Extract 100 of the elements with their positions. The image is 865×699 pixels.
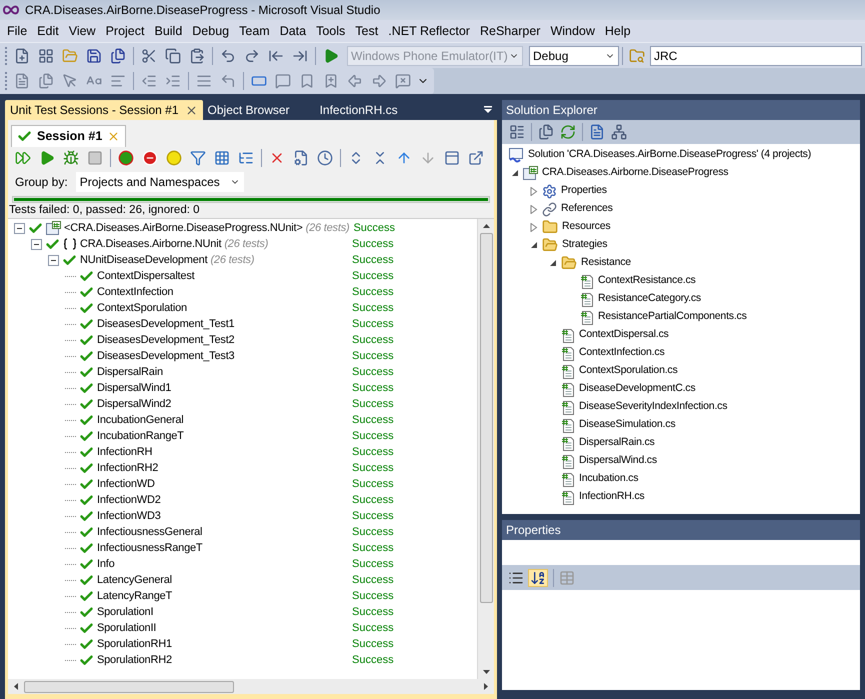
test-name[interactable]: DiseasesDevelopment_Test3: [97, 348, 234, 364]
menu-item[interactable]: File: [2, 22, 32, 40]
document-icon[interactable]: [14, 73, 30, 89]
find-field[interactable]: JRC: [650, 46, 862, 66]
undo-icon[interactable]: [220, 48, 236, 64]
menu-item[interactable]: Window: [545, 22, 600, 40]
test-name[interactable]: DispersalWind2: [97, 396, 172, 412]
test-name[interactable]: ContextSporulation: [97, 300, 187, 316]
refresh-icon[interactable]: [560, 124, 576, 140]
collapsed-arrow-icon[interactable]: [530, 186, 538, 196]
comment-icon[interactable]: [275, 73, 291, 89]
save-all-icon[interactable]: [110, 48, 126, 64]
paste-icon[interactable]: [189, 48, 205, 64]
tree-item-label[interactable]: CRA.Diseases.Airborne.DiseaseProgress: [542, 165, 728, 181]
vertical-scrollbar[interactable]: [477, 219, 494, 679]
test-name[interactable]: SporulationII: [97, 620, 156, 636]
tree-item-label[interactable]: ContextInfection.cs: [579, 345, 664, 361]
redo-icon[interactable]: [244, 48, 260, 64]
indent-icon[interactable]: [165, 73, 181, 89]
tree-item-label[interactable]: ResistanceCategory.cs: [598, 291, 701, 307]
menu-item[interactable]: Help: [600, 22, 636, 40]
lines-icon[interactable]: [196, 73, 212, 89]
test-name[interactable]: CRA.Diseases.Airborne.NUnit: [80, 236, 222, 252]
scroll-left-icon[interactable]: [12, 682, 20, 691]
arrow-left-icon[interactable]: [347, 73, 363, 89]
bookmark-add-icon[interactable]: [323, 73, 339, 89]
tree-item-label[interactable]: ContextSporulation.cs: [579, 363, 678, 379]
test-name[interactable]: IncubationGeneral: [97, 412, 184, 428]
cut-icon[interactable]: [141, 48, 157, 64]
tree-item-label[interactable]: ContextDispersal.cs: [579, 327, 669, 343]
test-name[interactable]: SporulationI: [97, 604, 154, 620]
tree-item-label[interactable]: Solution 'CRA.Diseases.AirBorne.DiseaseProgress' (4 projects): [528, 147, 812, 163]
expanded-arrow-icon[interactable]: [530, 241, 538, 249]
document-tab[interactable]: InfectionRH.cs: [314, 100, 403, 120]
test-name[interactable]: InfectionRH2: [97, 460, 158, 476]
outdent-icon[interactable]: [141, 73, 157, 89]
documents-icon[interactable]: [538, 124, 554, 140]
tree-item-label[interactable]: InfectionRH.cs: [579, 489, 644, 505]
test-name[interactable]: ContextInfection: [97, 284, 174, 300]
menu-item[interactable]: Project: [100, 22, 150, 40]
scroll-right-icon[interactable]: [482, 682, 490, 691]
test-name[interactable]: IncubationRangeT: [97, 428, 184, 444]
test-name[interactable]: InfectiousnessRangeT: [97, 540, 202, 556]
document-tab[interactable]: Unit Test Sessions - Session #1: [5, 100, 203, 120]
tree-item-label[interactable]: DiseaseSimulation.cs: [579, 417, 676, 433]
circle-icon[interactable]: [166, 150, 182, 166]
expanded-arrow-icon[interactable]: [548, 259, 556, 267]
tree-item-label[interactable]: Strategies: [562, 237, 608, 253]
class-diagram-icon[interactable]: [611, 124, 627, 140]
close-icon[interactable]: [184, 104, 198, 116]
copy-icon[interactable]: [165, 48, 181, 64]
test-name[interactable]: <CRA.Diseases.AirBorne.DiseaseProgress.NUnit>: [64, 220, 303, 236]
horizontal-scrollbar[interactable]: [8, 679, 494, 694]
properties-list-icon[interactable]: [509, 124, 525, 140]
test-name[interactable]: InfectionRH: [97, 444, 152, 460]
arrow-right-icon[interactable]: [371, 73, 387, 89]
bookmark-icon[interactable]: [299, 73, 315, 89]
pointer-icon[interactable]: [62, 73, 78, 89]
list-tree-icon[interactable]: [238, 150, 254, 166]
menu-item[interactable]: Team: [234, 22, 275, 40]
document-tab[interactable]: Object Browser: [202, 100, 295, 120]
collapse-icon[interactable]: [31, 238, 42, 250]
test-name[interactable]: SporulationRH2: [97, 652, 172, 668]
tree-item-label[interactable]: DispersalRain.cs: [579, 435, 655, 451]
comment-remove-icon[interactable]: [395, 73, 411, 89]
test-name[interactable]: DispersalRain: [97, 364, 163, 380]
tree-item-label[interactable]: Resources: [562, 219, 610, 235]
test-name[interactable]: DispersalWind1: [97, 380, 172, 396]
collapse-icon[interactable]: [48, 254, 59, 266]
file-settings-icon[interactable]: [293, 150, 309, 166]
test-name[interactable]: InfectiousnessGeneral: [97, 524, 202, 540]
tree-item-label[interactable]: Incubation.cs: [579, 471, 638, 487]
collapsed-arrow-icon[interactable]: [530, 204, 538, 214]
run-icon[interactable]: [39, 150, 55, 166]
new-file-icon[interactable]: [14, 48, 30, 64]
sort-alphabetical-icon[interactable]: [530, 570, 546, 586]
test-name[interactable]: InfectionWD2: [97, 492, 161, 508]
tree-item-label[interactable]: Properties: [561, 183, 607, 199]
stop-icon[interactable]: [87, 150, 103, 166]
menu-item[interactable]: Test: [350, 22, 384, 40]
grid-icon[interactable]: [38, 48, 54, 64]
folder-search-icon[interactable]: [629, 48, 645, 64]
save-icon[interactable]: [86, 48, 102, 64]
document-icon[interactable]: [589, 124, 605, 140]
tree-item-label[interactable]: DispersalWind.cs: [579, 453, 657, 469]
test-name[interactable]: LatencyGeneral: [97, 572, 172, 588]
menu-item[interactable]: Debug: [187, 22, 234, 40]
test-name[interactable]: InfectionWD3: [97, 508, 161, 524]
external-link-icon[interactable]: [468, 150, 484, 166]
menu-item[interactable]: Build: [149, 22, 188, 40]
test-name[interactable]: NUnitDiseaseDevelopment: [80, 252, 208, 268]
tree-item-label[interactable]: Resistance: [581, 255, 631, 271]
tree-item-label[interactable]: References: [561, 201, 613, 217]
no-entry-icon[interactable]: [142, 150, 158, 166]
menu-item[interactable]: View: [64, 22, 101, 40]
tree-item-label[interactable]: DiseaseSeverityIndexInfection.cs: [579, 399, 728, 415]
dropdown-menu-icon[interactable]: [483, 105, 493, 115]
collapsed-arrow-icon[interactable]: [530, 222, 538, 232]
clock-icon[interactable]: [317, 150, 333, 166]
group-by-dropdown[interactable]: Projects and Namespaces: [76, 172, 244, 192]
